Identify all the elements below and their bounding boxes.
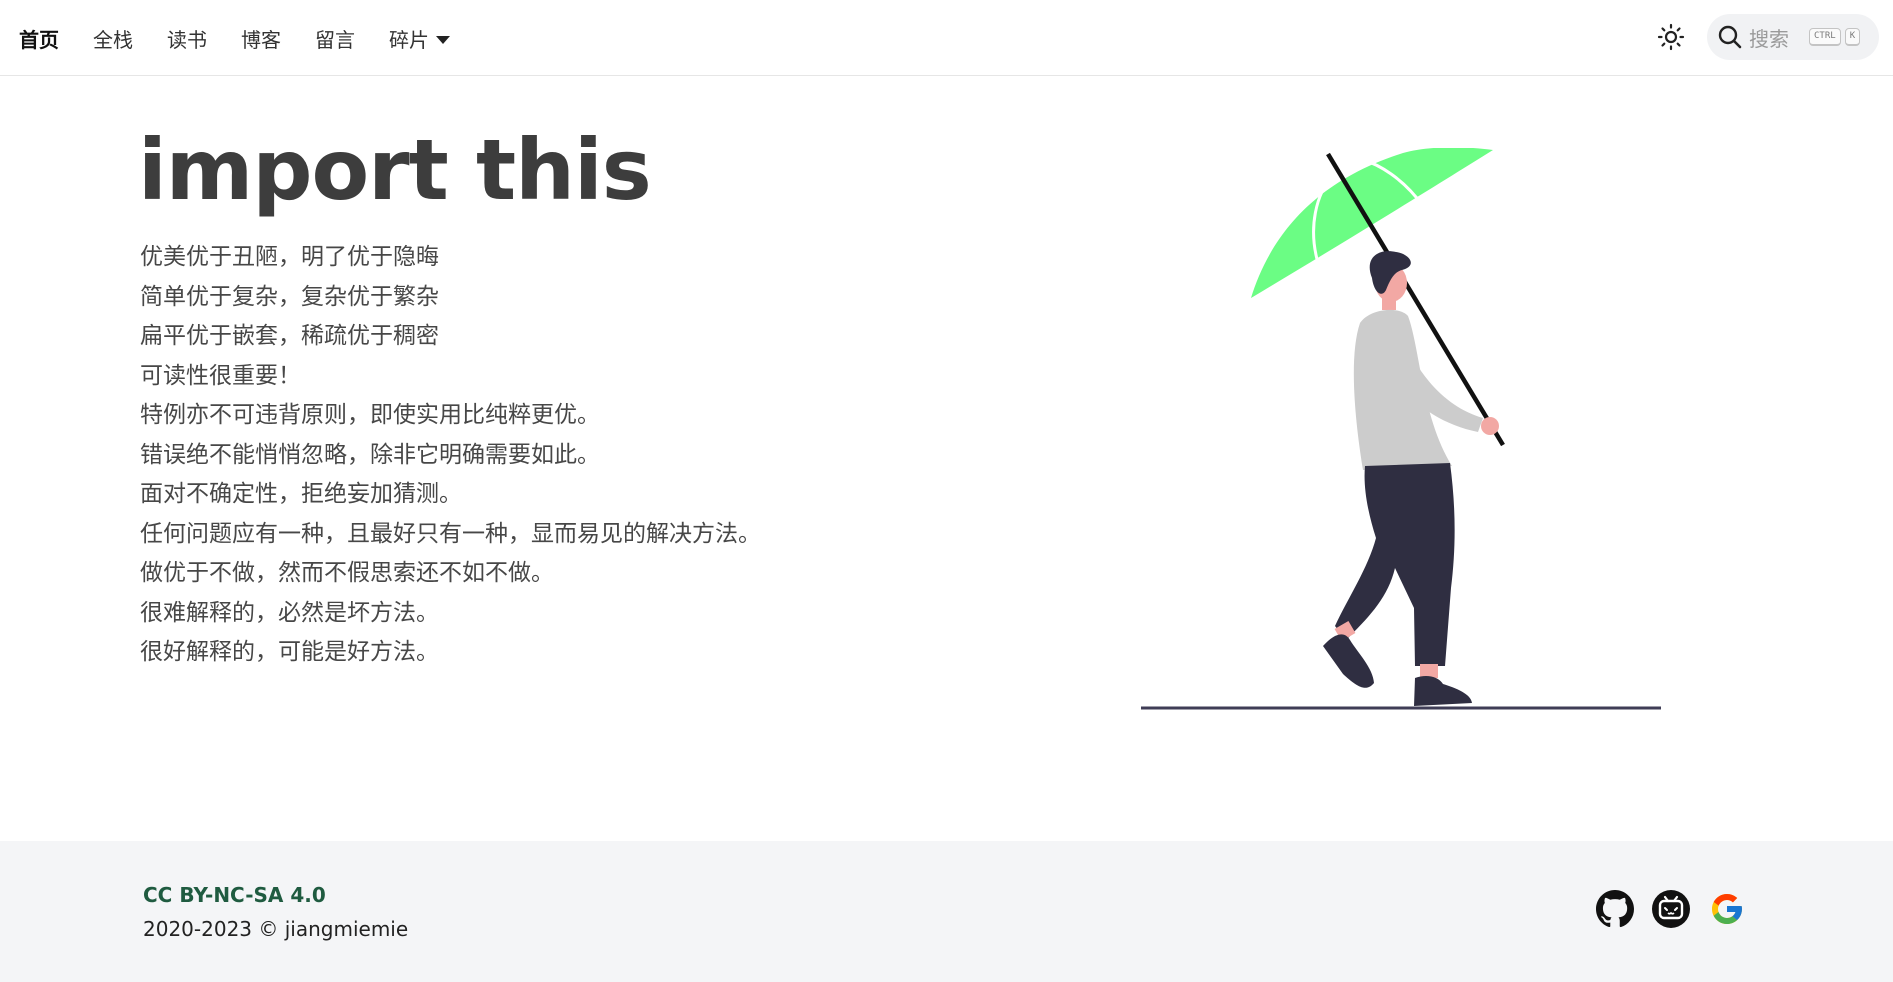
zen-line: 任何问题应有一种，且最好只有一种，显而易见的解决方法。 (140, 520, 761, 547)
zen-line: 可读性很重要！ (140, 362, 301, 389)
search-button[interactable]: 搜索 CTRL K (1707, 14, 1879, 60)
nav-item-label: 读书 (167, 27, 207, 52)
github-link[interactable] (1595, 889, 1635, 929)
google-icon (1712, 894, 1742, 924)
top-navbar: 首页 全栈 读书 博客 留言 碎片 搜索 CTRL K (0, 0, 1893, 76)
zen-line: 面对不确定性，拒绝妄加猜测。 (140, 481, 462, 507)
zen-line: 简单优于复杂，复杂优于繁杂 (140, 283, 439, 310)
zen-line: 很好解释的，可能是好方法。 (140, 639, 439, 665)
nav-item-home[interactable]: 首页 (19, 24, 59, 53)
zen-line: 特例亦不可违背原则，即使实用比纯粹更优。 (140, 402, 600, 428)
zen-line: 很难解释的，必然是坏方法。 (140, 599, 439, 626)
hero-title: import this (138, 121, 652, 219)
person-with-umbrella-illustration (1138, 147, 1678, 722)
nav-item-fragments-dropdown[interactable]: 碎片 (389, 24, 450, 53)
nav-item-label: 留言 (315, 27, 355, 52)
zen-line: 扁平优于嵌套，稀疏优于稠密 (140, 323, 439, 349)
social-links (1579, 889, 1747, 929)
nav-item-label: 博客 (241, 27, 281, 52)
search-icon (1718, 25, 1742, 49)
nav-tools: 搜索 CTRL K (1651, 14, 1879, 60)
nav-item-blog[interactable]: 博客 (241, 24, 281, 53)
shortcut-key-ctrl: CTRL (1809, 28, 1841, 46)
zen-of-python-list: 优美优于丑陋，明了优于隐晦 简单优于复杂，复杂优于繁杂 扁平优于嵌套，稀疏优于稠… (140, 238, 918, 673)
caret-down-icon (436, 35, 450, 44)
illustration-svg (1141, 147, 1661, 710)
bilibili-link[interactable] (1651, 889, 1691, 929)
nav-item-label: 首页 (19, 27, 59, 52)
shortcut-key-k: K (1844, 28, 1861, 46)
github-icon (1596, 890, 1634, 928)
zen-line: 优美优于丑陋，明了优于隐晦 (140, 244, 439, 270)
nav-item-reading[interactable]: 读书 (167, 24, 207, 53)
nav-item-label: 全栈 (93, 27, 133, 52)
copyright-text: 2020-2023 © jiangmiemie (143, 917, 409, 941)
hero-text: import this 优美优于丑陋，明了优于隐晦 简单优于复杂，复杂优于繁杂 … (138, 128, 918, 673)
bilibili-icon (1652, 890, 1690, 928)
zen-line: 错误绝不能悄悄忽略，除非它明确需要如此。 (140, 441, 600, 468)
main-nav: 首页 全栈 读书 博客 留言 碎片 (19, 0, 484, 76)
nav-item-fullstack[interactable]: 全栈 (93, 24, 133, 53)
theme-toggle-button[interactable] (1651, 17, 1691, 57)
nav-item-label: 碎片 (389, 27, 429, 52)
license-link[interactable]: CC BY-NC-SA 4.0 (143, 883, 326, 907)
footer: CC BY-NC-SA 4.0 2020-2023 © jiangmiemie (0, 841, 1893, 982)
zen-line: 做优于不做，然而不假思索还不如不做。 (140, 560, 554, 586)
search-placeholder: 搜索 (1749, 26, 1789, 51)
google-link[interactable] (1707, 889, 1747, 929)
sun-icon (1657, 23, 1685, 51)
nav-item-guestbook[interactable]: 留言 (315, 24, 355, 53)
